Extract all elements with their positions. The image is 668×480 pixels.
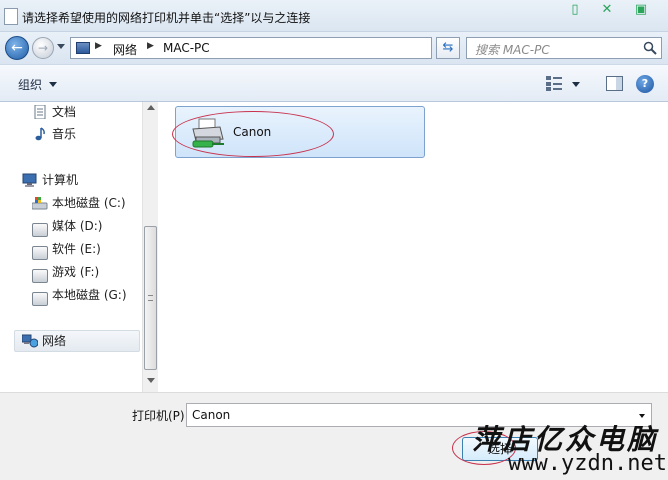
address-bar[interactable]: ▶ 网络 ▶ MAC-PC (70, 37, 495, 59)
nav-item-label: 媒体 (D:) (52, 219, 103, 233)
breadcrumb-separator-icon[interactable]: ▶ (147, 41, 154, 51)
forward-button[interactable]: → (32, 37, 54, 59)
preview-pane-icon[interactable] (606, 76, 623, 91)
document-icon (34, 105, 46, 119)
watermark-url: www.yzdn.net (508, 451, 667, 476)
grip-icon (148, 295, 153, 301)
save-icon[interactable]: ▣ (630, 1, 652, 19)
content-pane: Canon (159, 102, 668, 392)
nav-scrollbar[interactable] (142, 102, 158, 392)
music-icon (35, 127, 45, 141)
search-input[interactable]: 搜索 MAC-PC (466, 37, 662, 59)
restore-icon[interactable]: ▯ (564, 1, 586, 19)
chevron-down-icon[interactable] (49, 82, 57, 87)
nav-item-label: 文档 (52, 105, 77, 119)
nav-item-label: 软件 (E:) (52, 242, 101, 256)
drive-icon (32, 269, 48, 283)
scroll-thumb[interactable] (144, 226, 157, 370)
printer-item-canon[interactable]: Canon (172, 106, 425, 158)
network-icon (22, 334, 38, 348)
title-bar: 请选择希望使用的网络打印机并单击“选择”以与之连接 ▯ ✕ ▣ (0, 0, 668, 32)
back-button[interactable]: ← (5, 36, 29, 60)
organize-menu[interactable]: 组织 (18, 76, 42, 93)
breadcrumb-separator-icon[interactable]: ▶ (95, 41, 102, 51)
nav-item-label: 本地磁盘 (G:) (52, 288, 127, 302)
nav-item-label: 网络 (42, 334, 67, 348)
scroll-down-icon[interactable] (147, 378, 155, 383)
view-options-chevron-icon[interactable] (572, 82, 580, 87)
computer-icon (22, 173, 37, 187)
window-title: 请选择希望使用的网络打印机并单击“选择”以与之连接 (22, 11, 311, 25)
drive-icon (32, 246, 48, 260)
printer-field-label: 打印机(P) (132, 409, 185, 423)
drive-icon (32, 292, 48, 306)
drive-icon (32, 223, 48, 237)
breadcrumb-mac-pc[interactable]: MAC-PC (163, 41, 210, 55)
address-toolbar: ← → ▶ 网络 ▶ MAC-PC ⇆ 搜索 MAC-PC (0, 32, 668, 64)
breadcrumb-network[interactable]: 网络 (113, 41, 137, 58)
annotation-circle (172, 111, 334, 157)
system-drive-icon (32, 197, 48, 210)
window-icon (4, 8, 18, 25)
nav-item-label: 游戏 (F:) (52, 265, 100, 279)
nav-item-label: 音乐 (52, 127, 77, 141)
search-placeholder: 搜索 MAC-PC (475, 43, 550, 57)
nav-item-label: 计算机 (42, 173, 79, 187)
search-icon[interactable] (643, 41, 657, 55)
change-view-icon[interactable] (546, 76, 562, 91)
scroll-up-icon[interactable] (147, 105, 155, 110)
network-location-icon (76, 42, 90, 54)
help-icon[interactable]: ? (636, 75, 654, 93)
recent-pages-dropdown[interactable] (57, 44, 65, 49)
navigation-pane: 文档 音乐 计算机 本地磁盘 (C:) 媒体 (D:) 软件 (E:) 游戏 (… (0, 102, 158, 392)
fullscreen-icon[interactable]: ✕ (596, 1, 618, 19)
refresh-button[interactable]: ⇆ (436, 37, 460, 59)
nav-item-label: 本地磁盘 (C:) (52, 196, 126, 210)
command-bar: 组织 ? (0, 64, 668, 102)
